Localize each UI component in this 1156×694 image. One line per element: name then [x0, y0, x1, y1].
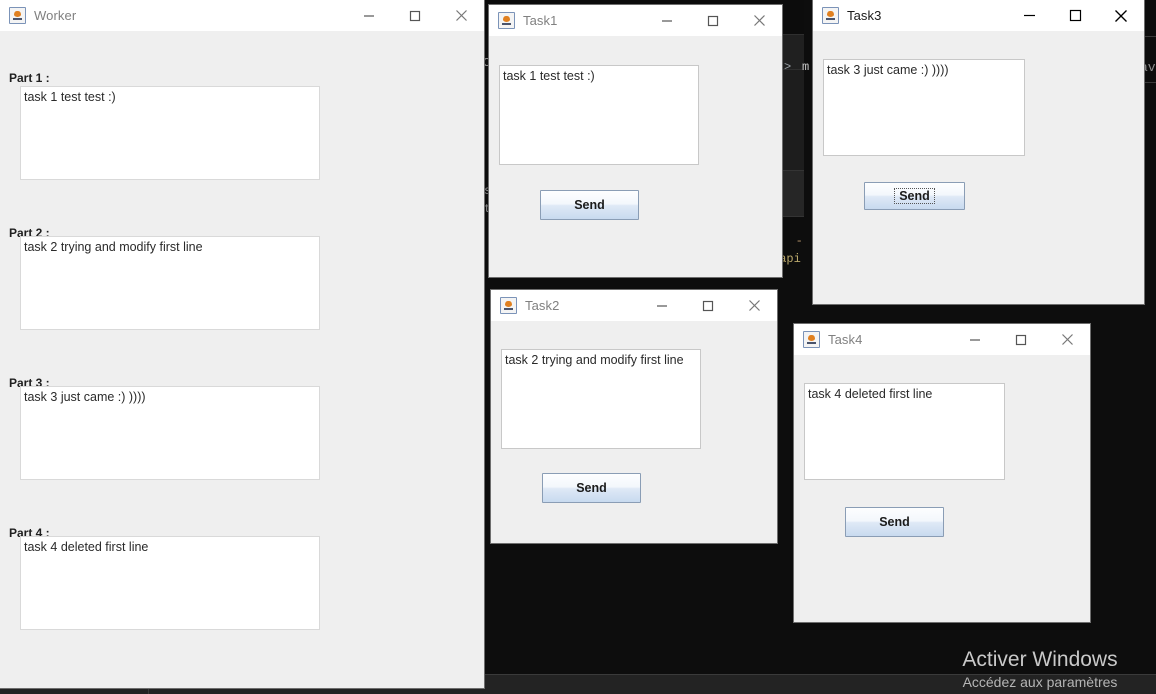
task2-window[interactable]: Task2 task 2 trying and modify first lin… [490, 289, 778, 544]
worker-window[interactable]: Worker Part 1 : task 1 test test :) Part… [0, 0, 485, 689]
task3-send-label: Send [894, 188, 935, 204]
task4-send-label: Send [879, 515, 910, 529]
task1-send-label: Send [574, 198, 605, 212]
task1-content: task 1 test test :) Send [489, 36, 782, 277]
worker-window-controls [346, 0, 484, 31]
java-icon [498, 12, 515, 29]
task2-window-title: Task2 [525, 298, 560, 313]
worker-window-title: Worker [34, 8, 77, 23]
task2-send-label: Send [576, 481, 607, 495]
task1-send-button[interactable]: Send [540, 190, 639, 220]
task2-message-textarea[interactable]: task 2 trying and modify first line [501, 349, 701, 449]
close-button[interactable] [736, 5, 782, 36]
task4-window-controls [952, 324, 1090, 355]
minimize-button[interactable] [644, 5, 690, 36]
maximize-button[interactable] [392, 0, 438, 31]
task3-content: task 3 just came :) )))) Send [813, 31, 1144, 303]
task4-window[interactable]: Task4 task 4 deleted first line Send [793, 323, 1091, 623]
java-icon [822, 7, 839, 24]
part-3-textarea[interactable]: task 3 just came :) )))) [20, 386, 320, 480]
task2-titlebar[interactable]: Task2 [491, 290, 777, 321]
worker-content: Part 1 : task 1 test test :) Part 2 : ta… [0, 31, 483, 688]
close-button[interactable] [438, 0, 484, 31]
java-icon [803, 331, 820, 348]
minimize-button[interactable] [639, 290, 685, 321]
task2-window-controls [639, 290, 777, 321]
task2-content: task 2 trying and modify first line Send [491, 321, 777, 543]
task1-titlebar[interactable]: Task1 [489, 5, 782, 36]
close-button[interactable] [1098, 0, 1144, 31]
task3-window-controls [1006, 0, 1144, 31]
minimize-button[interactable] [952, 324, 998, 355]
watermark-line-1: Activer Windows [962, 648, 1118, 671]
part-4-textarea[interactable]: task 4 deleted first line [20, 536, 320, 630]
maximize-button[interactable] [1052, 0, 1098, 31]
task1-window-controls [644, 5, 782, 36]
task4-content: task 4 deleted first line Send [794, 355, 1090, 622]
windows-activation-watermark: Activer Windows Accédez aux paramètres [930, 648, 1150, 692]
minimize-button[interactable] [346, 0, 392, 31]
task1-window-title: Task1 [523, 13, 558, 28]
java-icon [500, 297, 517, 314]
watermark-line-2: Accédez aux paramètres [962, 674, 1118, 690]
task2-send-button[interactable]: Send [542, 473, 641, 503]
task1-message-textarea[interactable]: task 1 test test :) [499, 65, 699, 165]
part-1-label: Part 1 : [9, 71, 50, 85]
maximize-button[interactable] [998, 324, 1044, 355]
close-button[interactable] [1044, 324, 1090, 355]
java-icon [9, 7, 26, 24]
ide-terminal-prompt: > [784, 60, 792, 74]
task4-message-textarea[interactable]: task 4 deleted first line [804, 383, 1005, 480]
ide-terminal-text-1: m [802, 60, 810, 74]
task3-window-title: Task3 [847, 8, 882, 23]
minimize-button[interactable] [1006, 0, 1052, 31]
maximize-button[interactable] [685, 290, 731, 321]
task3-send-button[interactable]: Send [864, 182, 965, 210]
task3-window[interactable]: Task3 task 3 just came :) )))) Send [812, 0, 1145, 305]
task4-window-title: Task4 [828, 332, 863, 347]
task4-send-button[interactable]: Send [845, 507, 944, 537]
task3-titlebar[interactable]: Task3 [813, 0, 1144, 31]
worker-titlebar[interactable]: Worker [0, 0, 484, 31]
task3-message-textarea[interactable]: task 3 just came :) )))) [823, 59, 1025, 156]
task1-window[interactable]: Task1 task 1 test test :) Send [488, 4, 783, 278]
maximize-button[interactable] [690, 5, 736, 36]
part-1-textarea[interactable]: task 1 test test :) [20, 86, 320, 180]
task4-titlebar[interactable]: Task4 [794, 324, 1090, 355]
part-2-textarea[interactable]: task 2 trying and modify first line [20, 236, 320, 330]
close-button[interactable] [731, 290, 777, 321]
